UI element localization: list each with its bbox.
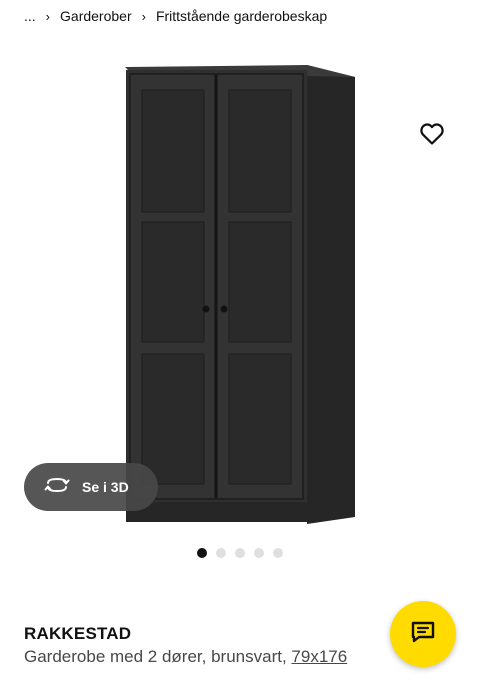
- pagination-dot[interactable]: [254, 548, 264, 558]
- chat-icon: [410, 620, 436, 649]
- breadcrumb-item-frittstaende[interactable]: Frittstående garderobeskap: [156, 8, 327, 24]
- view-in-3d-button[interactable]: Se i 3D: [24, 463, 158, 511]
- favorite-heart-icon[interactable]: [416, 118, 448, 150]
- product-image-wardrobe: [125, 65, 355, 524]
- pagination-dot[interactable]: [235, 548, 245, 558]
- chevron-right-icon: ›: [141, 8, 146, 24]
- product-description-text: Garderobe med 2 dører, brunsvart,: [24, 647, 292, 666]
- pagination-dot[interactable]: [216, 548, 226, 558]
- chat-button[interactable]: [390, 601, 456, 667]
- rotate-3d-icon: [44, 476, 70, 499]
- breadcrumb-more[interactable]: ...: [24, 8, 36, 24]
- product-name: RAKKESTAD: [24, 624, 132, 643]
- view-in-3d-label: Se i 3D: [82, 479, 129, 495]
- pagination-dot[interactable]: [197, 548, 207, 558]
- product-dimensions-link[interactable]: 79x176: [291, 647, 347, 666]
- product-image-gallery[interactable]: Se i 3D: [0, 30, 480, 530]
- product-description: Garderobe med 2 dører, brunsvart, 79x176: [24, 647, 347, 667]
- pagination-dot[interactable]: [273, 548, 283, 558]
- image-pagination: [0, 548, 480, 558]
- breadcrumb: ... › Garderober › Frittstående garderob…: [24, 6, 327, 26]
- breadcrumb-item-garderober[interactable]: Garderober: [60, 8, 132, 24]
- chevron-right-icon: ›: [45, 8, 51, 24]
